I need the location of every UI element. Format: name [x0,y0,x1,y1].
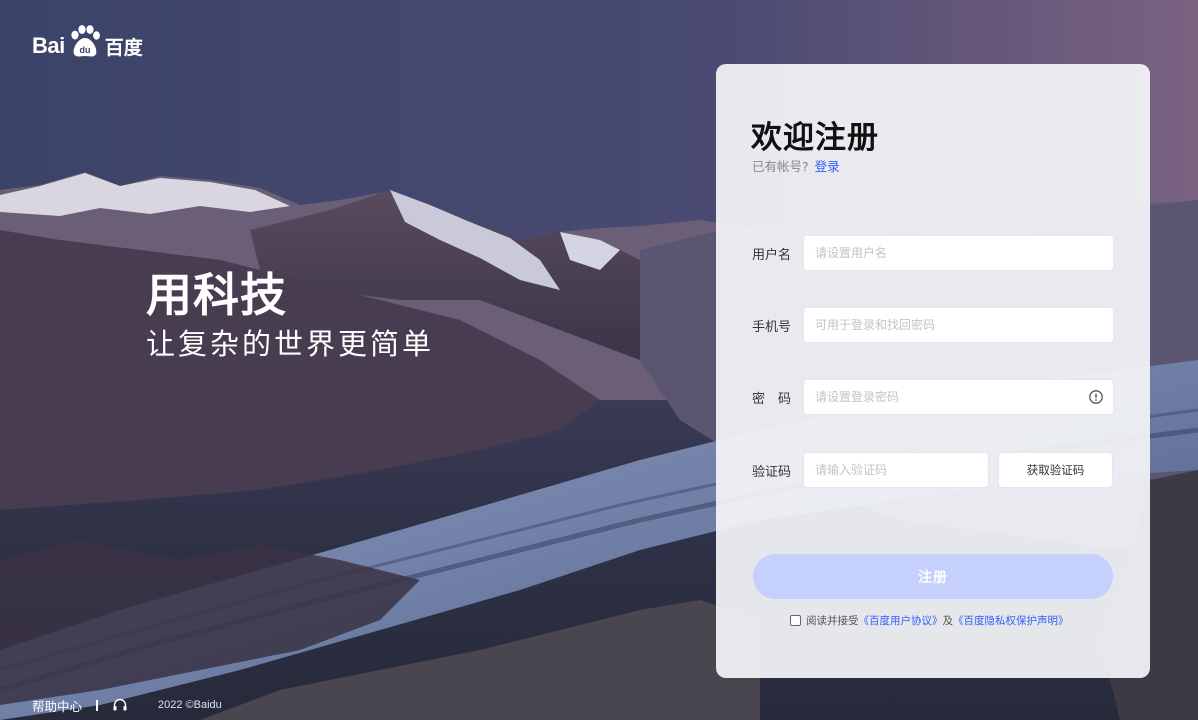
phone-label: 手机号 [752,319,792,335]
register-submit-button[interactable]: 注册 [753,554,1113,599]
register-card: 欢迎注册 已有帐号? 登录 用户名 手机号 密 码 验证码 获取验证码 [716,64,1150,678]
logo-text-latin: Bai [32,33,65,58]
username-row: 用户名 [752,234,1114,272]
username-label: 用户名 [752,247,792,263]
username-field-box [803,235,1114,271]
logo-text-chinese: 百度 [104,37,143,59]
agreement-prefix: 阅读并接受 [806,615,859,627]
agreement-checkbox[interactable] [790,615,801,626]
get-code-button[interactable]: 获取验证码 [998,452,1113,488]
phone-input[interactable] [804,308,1113,342]
headset-icon[interactable] [112,697,128,713]
privacy-policy-link[interactable]: 《百度隐私权保护声明》 [953,613,1069,628]
password-label: 密 码 [752,391,792,407]
phone-row: 手机号 [752,306,1114,344]
have-account-text: 已有帐号? [752,159,809,174]
password-row: 密 码 [752,378,1114,416]
verification-code-input[interactable] [804,453,988,487]
username-input[interactable] [804,236,1113,270]
password-input[interactable] [804,380,1113,414]
help-center-link[interactable]: 帮助中心 [32,696,82,715]
copyright-text: 2022 ©Baidu [158,699,222,711]
agreement-conjunction: 及 [942,615,954,627]
slogan: 用科技 让复杂的世界更简单 [146,266,434,364]
slogan-title: 用科技 [146,268,287,322]
register-title: 欢迎注册 [751,120,879,156]
footer-divider [96,699,99,711]
login-link[interactable]: 登录 [815,159,840,174]
have-account-line: 已有帐号? 登录 [752,156,840,175]
code-field-box [803,452,989,488]
code-label: 验证码 [752,464,792,480]
slogan-subtitle: 让复杂的世界更简单 [146,327,435,361]
baidu-paw-icon: du [71,25,100,57]
code-row: 验证码 获取验证码 [752,451,1114,489]
eye-icon[interactable] [1088,389,1104,405]
baidu-logo[interactable]: Bai du 百度 [32,25,143,64]
user-agreement-link[interactable]: 《百度用户协议》 [859,613,943,628]
phone-field-box [803,307,1114,343]
agreement-line: 阅读并接受 《百度用户协议》 及 《百度隐私权保护声明》 [790,613,1069,628]
password-field-box [803,379,1114,415]
footer: 帮助中心 2022 ©Baidu [32,694,222,716]
logo-du-text: du [79,45,90,55]
